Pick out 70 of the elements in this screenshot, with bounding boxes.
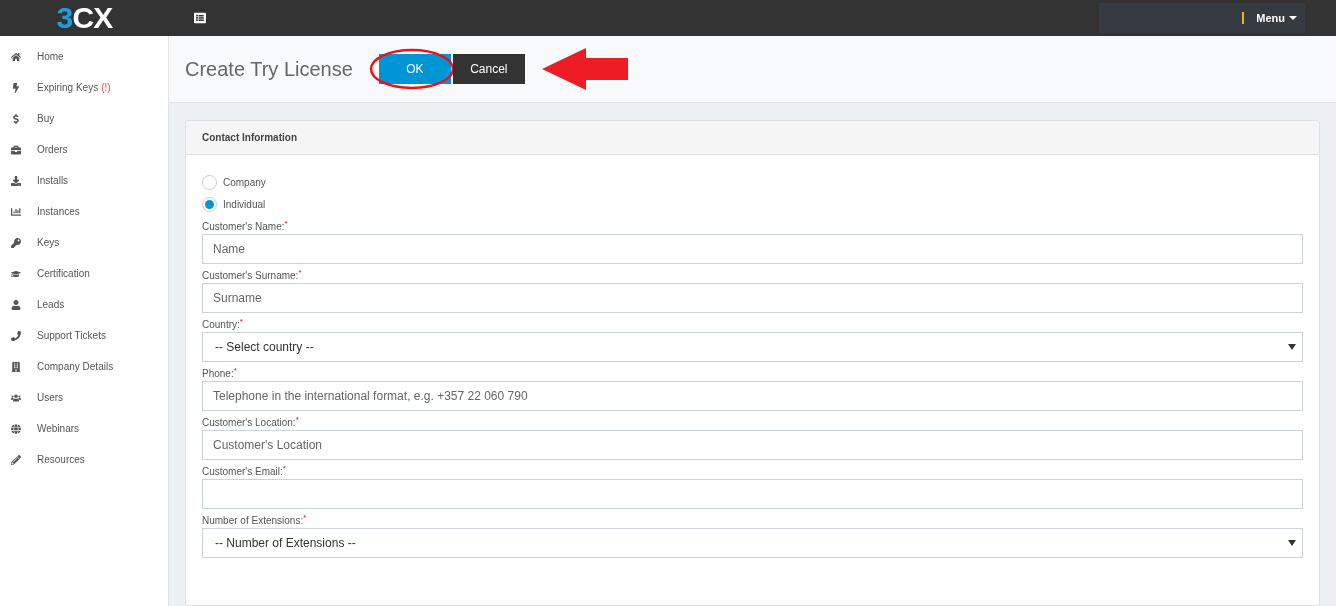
sidebar-item[interactable]: Company Details [0,351,168,382]
radio-option[interactable]: Company [202,171,1303,193]
field-label: Customer's Surname:$^{*}$ [202,268,303,282]
alert-mark: (!) [101,81,111,95]
input-field[interactable] [202,479,1303,509]
sidebar-item[interactable]: Keys [0,227,168,258]
graduation-cap-icon [11,268,21,279]
sidebar-label: Webinars [37,422,80,436]
building-icon [11,361,21,372]
sidebar-label: Installs [37,174,69,188]
radio-label: Individual [223,197,266,212]
sidebar-item[interactable]: Instances [0,196,168,227]
download-icon [11,175,21,186]
sidebar-item[interactable]: Installs [0,165,168,196]
field-label: Customer's Name:$^{*}$ [202,219,289,233]
sidebar-label: Keys [37,236,60,250]
sidebar-item[interactable]: Certification [0,258,168,289]
input-field[interactable]: Telephone in the international format, e.g. +357 22 060 790 [202,381,1303,411]
input-field[interactable]: Surname [202,283,1303,313]
sidebar-item[interactable]: Leads [0,289,168,320]
field-label: Customer's Location:$^{*}$ [202,415,300,429]
sidebar-label: Buy [37,112,55,126]
home-icon [11,51,21,62]
input-field[interactable]: Name [202,234,1303,264]
field-label: Customer's Email:$^{*}$ [202,464,287,478]
field-label: Phone:$^{*}$ [202,366,238,380]
sidebar-toggle-icon[interactable] [194,12,206,24]
sidebar-item[interactable]: Home [0,41,168,72]
input-field[interactable]: Customer's Location [202,430,1303,460]
sidebar-item[interactable]: Support Tickets [0,320,168,351]
globe-icon [11,423,21,434]
card-title: Contact Information [202,131,297,145]
sidebar-label: Orders [37,143,68,157]
pencil-icon [11,454,21,465]
sidebar-label: Resources [37,453,85,467]
logo[interactable]: 3CX [56,3,113,33]
sidebar-label: Support Tickets [37,329,106,343]
phone-icon [11,330,21,341]
sidebar-item[interactable]: Buy [0,103,168,134]
sidebar-label: Certification [37,267,90,281]
sidebar-label: Expiring Keys [37,81,99,95]
sidebar-item[interactable]: Resources [0,444,168,475]
select-field[interactable]: -- Select country -- [202,332,1303,362]
caret-icon [1288,344,1296,350]
caret-icon [1289,16,1297,20]
cancel-button[interactable]: Cancel [452,54,525,84]
sidebar-item[interactable]: Webinars [0,413,168,444]
sidebar-item[interactable]: Users [0,382,168,413]
sidebar-label: Company Details [37,360,114,374]
radio-label: Company [223,175,266,190]
select-field[interactable]: -- Number of Extensions -- [202,528,1303,558]
field-label: Number of Extensions:$^{*}$ [202,513,308,527]
sidebar-label: Users [37,391,64,405]
bar-chart-icon [11,206,21,217]
page-title: Create Try License [185,57,353,82]
caret-icon [1288,540,1296,546]
briefcase-icon [11,144,21,155]
sidebar-label: Leads [37,298,65,312]
dollar-icon [11,113,21,124]
user-icon [11,299,21,310]
menu-button[interactable]: Menu [1256,9,1297,27]
lightning-icon [11,82,21,93]
field-label: Country:$^{*}$ [202,317,244,331]
users-icon [11,392,21,403]
sidebar-label: Home [37,50,64,64]
radio-option[interactable]: Individual [202,193,1303,215]
sidebar-label: Instances [37,205,80,219]
sidebar-item[interactable]: Orders [0,134,168,165]
sidebar-item[interactable]: Expiring Keys (!) [0,72,168,103]
key-icon [11,237,21,248]
